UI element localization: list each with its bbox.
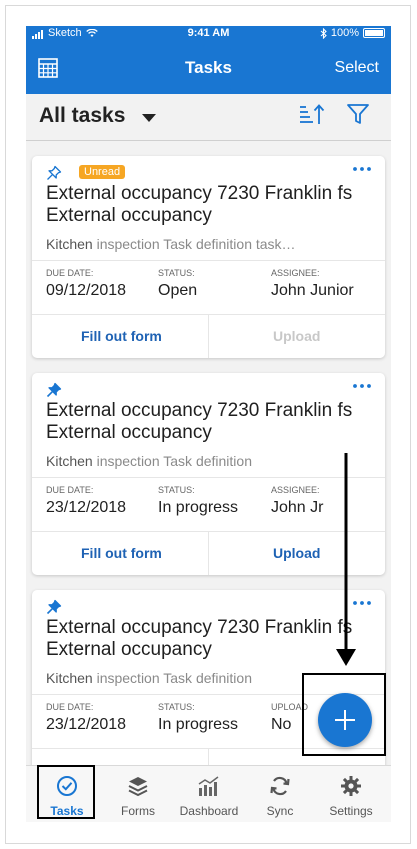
task-list-selector[interactable]: All tasks <box>39 104 125 128</box>
due-date-field: DUE DATE: 09/12/2018 <box>46 268 126 300</box>
pin-outline-icon[interactable] <box>46 165 62 181</box>
status-field: STATUS: In progress <box>158 485 238 517</box>
assignee-value: John Jr <box>271 499 324 516</box>
task-description: Kitchen inspection Task definition <box>46 453 252 469</box>
status-value: In progress <box>158 716 239 733</box>
task-description-rest: inspection Task definition <box>92 453 252 469</box>
status-field: STATUS: In progress <box>158 702 238 734</box>
bluetooth-icon <box>320 27 327 39</box>
status-bar: Sketch 9:41 AM 100% <box>26 26 391 42</box>
fill-out-form-button[interactable]: Fill out form <box>81 545 162 561</box>
due-date-value: 23/12/2018 <box>46 716 127 733</box>
card-divider <box>32 477 385 478</box>
card-divider <box>32 260 385 261</box>
status-field: STATUS: Open <box>158 268 197 300</box>
task-title: External occupancy 7230 Franklin fs Exte… <box>46 617 353 660</box>
tab-settings[interactable]: Settings <box>315 774 387 818</box>
more-options-icon[interactable] <box>353 601 371 605</box>
due-date-label: DUE DATE: <box>46 268 94 278</box>
annotation-arrow <box>336 453 356 666</box>
filter-icon[interactable] <box>346 102 370 126</box>
status-label: STATUS: <box>158 702 195 712</box>
tab-label: Forms <box>121 804 155 818</box>
more-options-icon[interactable] <box>353 167 371 171</box>
task-description-lead: Kitchen <box>46 670 93 686</box>
task-title: External occupancy 7230 Franklin fs Exte… <box>46 183 353 226</box>
assignee-value: John Junior <box>271 282 354 299</box>
task-description-rest: inspection Task definition task… <box>92 236 296 252</box>
sync-icon <box>270 776 290 796</box>
task-title: External occupancy 7230 Franklin fs Exte… <box>46 400 353 443</box>
button-divider <box>208 314 209 358</box>
tab-label: Settings <box>329 804 373 818</box>
select-button[interactable]: Select <box>335 59 379 77</box>
assignee-label: ASSIGNEE: <box>271 268 320 278</box>
status-value: In progress <box>158 499 239 516</box>
task-description-rest: inspection Task definition <box>92 670 252 686</box>
sort-icon[interactable] <box>298 103 326 127</box>
task-description-lead: Kitchen <box>46 453 93 469</box>
bar-chart-icon <box>198 776 219 796</box>
pin-filled-icon[interactable] <box>46 382 62 398</box>
more-options-icon[interactable] <box>353 384 371 388</box>
task-description: Kitchen inspection Task definition <box>46 670 252 686</box>
assignee-label: ASSIGNEE: <box>271 485 320 495</box>
task-card[interactable]: Unread External occupancy 7230 Franklin … <box>32 156 385 358</box>
upload-button[interactable]: Upload <box>273 328 320 344</box>
tab-label: Sync <box>266 804 294 818</box>
due-date-label: DUE DATE: <box>46 702 94 712</box>
add-task-button[interactable] <box>318 693 372 747</box>
tab-label: Dashboard <box>179 804 239 818</box>
upload-button[interactable]: Upload <box>273 545 320 561</box>
list-header: All tasks <box>26 94 391 140</box>
header-divider <box>26 140 391 141</box>
battery-icon <box>363 28 385 38</box>
battery-percent: 100% <box>330 27 359 39</box>
annotation-box-tasks-tab <box>37 765 95 819</box>
due-date-value: 09/12/2018 <box>46 282 127 299</box>
assignee-field: ASSIGNEE: John Junior <box>271 268 354 300</box>
due-date-field: DUE DATE: 23/12/2018 <box>46 702 126 734</box>
task-description: Kitchen inspection Task definition task… <box>46 236 296 252</box>
unread-badge: Unread <box>79 165 126 179</box>
due-date-label: DUE DATE: <box>46 485 94 495</box>
task-description-lead: Kitchen <box>46 236 93 252</box>
app-bar: Tasks Select <box>26 42 391 94</box>
assignee-field: ASSIGNEE: John Jr <box>271 485 323 517</box>
due-date-field: DUE DATE: 23/12/2018 <box>46 485 126 517</box>
status-label: STATUS: <box>158 268 195 278</box>
tab-sync[interactable]: Sync <box>244 774 316 818</box>
pin-filled-icon[interactable] <box>46 599 62 615</box>
status-label: STATUS: <box>158 485 195 495</box>
tab-dashboard[interactable]: Dashboard <box>173 774 245 818</box>
due-date-value: 23/12/2018 <box>46 499 127 516</box>
button-divider <box>208 531 209 575</box>
stack-icon <box>128 777 148 797</box>
fill-out-form-button[interactable]: Fill out form <box>81 328 162 344</box>
task-card[interactable]: External occupancy 7230 Franklin fs Exte… <box>32 373 385 575</box>
chevron-down-icon[interactable] <box>142 114 156 122</box>
tab-forms[interactable]: Forms <box>102 774 174 818</box>
gear-icon <box>341 776 361 796</box>
status-value: Open <box>158 282 198 299</box>
